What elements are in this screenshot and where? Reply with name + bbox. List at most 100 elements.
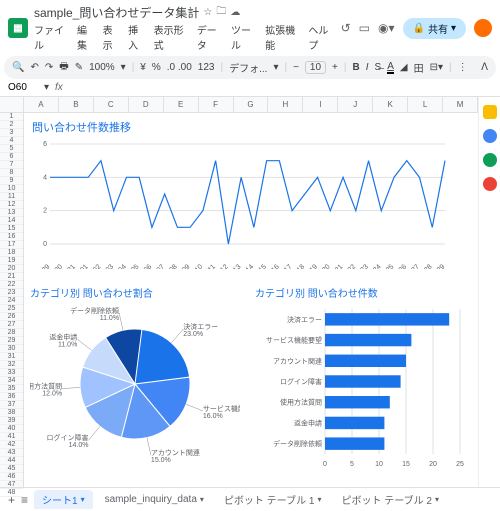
comments-icon[interactable]: ▭	[359, 21, 370, 35]
italic-btn[interactable]: I	[366, 62, 369, 73]
col-header[interactable]: E	[164, 97, 199, 112]
numfmt-btn[interactable]: 123	[198, 62, 215, 73]
col-header[interactable]: K	[373, 97, 408, 112]
fontsize-plus[interactable]: +	[332, 62, 338, 73]
row-header[interactable]: 18	[0, 249, 23, 257]
menu-表示形式[interactable]: 表示形式	[154, 22, 189, 52]
row-header[interactable]: 12	[0, 201, 23, 209]
bold-btn[interactable]: B	[353, 62, 360, 73]
menu-挿入[interactable]: 挿入	[128, 22, 146, 52]
row-header[interactable]: 14	[0, 217, 23, 225]
row-header[interactable]: 35	[0, 385, 23, 393]
row-header[interactable]: 47	[0, 481, 23, 489]
row-header[interactable]: 21	[0, 273, 23, 281]
row-header[interactable]: 15	[0, 225, 23, 233]
col-header[interactable]: F	[199, 97, 234, 112]
history-icon[interactable]: ↺	[341, 21, 351, 35]
line-chart[interactable]: 02462024/10/292024/10/302024/10/312024/1…	[30, 139, 472, 279]
row-header[interactable]: 46	[0, 473, 23, 481]
row-header[interactable]: 22	[0, 281, 23, 289]
share-button[interactable]: 🔒 共有 ▾	[403, 18, 466, 39]
row-header[interactable]: 2	[0, 121, 23, 129]
col-header[interactable]: A	[24, 97, 59, 112]
redo-icon[interactable]: ↷	[45, 62, 53, 73]
col-header[interactable]: I	[303, 97, 338, 112]
percent-btn[interactable]: %	[152, 62, 161, 73]
decimals-btn[interactable]: .0 .00	[167, 62, 192, 73]
row-header[interactable]: 13	[0, 209, 23, 217]
col-header[interactable]: C	[94, 97, 129, 112]
row-header[interactable]: 38	[0, 409, 23, 417]
row-header[interactable]: 42	[0, 441, 23, 449]
sheet-tab[interactable]: sample_inquiry_data ▾	[97, 490, 212, 509]
font-select[interactable]: デフォ...	[229, 60, 267, 75]
row-header[interactable]: 39	[0, 417, 23, 425]
row-header[interactable]: 45	[0, 465, 23, 473]
avatar[interactable]	[474, 19, 492, 37]
menu-編集[interactable]: 編集	[77, 22, 95, 52]
row-header[interactable]: 34	[0, 377, 23, 385]
row-header[interactable]: 25	[0, 305, 23, 313]
more-icon[interactable]: ⋮	[458, 62, 468, 73]
star-icon[interactable]: ☆	[203, 7, 212, 18]
menu-ツール[interactable]: ツール	[231, 22, 257, 52]
search-icon[interactable]: 🔍	[12, 62, 24, 73]
menu-表示[interactable]: 表示	[103, 22, 121, 52]
row-header[interactable]: 3	[0, 129, 23, 137]
row-header[interactable]: 19	[0, 257, 23, 265]
col-header[interactable]: J	[338, 97, 373, 112]
menu-拡張機能[interactable]: 拡張機能	[265, 22, 300, 52]
row-header[interactable]: 4	[0, 137, 23, 145]
row-header[interactable]: 9	[0, 177, 23, 185]
folder-icon[interactable]: 🗀	[216, 4, 226, 21]
row-header[interactable]: 20	[0, 265, 23, 273]
row-header[interactable]: 26	[0, 313, 23, 321]
col-header[interactable]: B	[59, 97, 94, 112]
row-header[interactable]: 16	[0, 233, 23, 241]
row-header[interactable]: 41	[0, 433, 23, 441]
fontsize[interactable]: 10	[305, 61, 326, 74]
side-keep-icon[interactable]	[483, 129, 497, 143]
bar-chart[interactable]: 0510152025決済エラーサービス機能要望アカウント関連ログイン障害使用方法…	[255, 304, 465, 469]
currency-btn[interactable]: ¥	[140, 62, 146, 73]
fontsize-minus[interactable]: −	[293, 62, 299, 73]
paint-icon[interactable]: ✎	[75, 62, 83, 73]
borders-btn[interactable]: 田	[414, 60, 424, 75]
sheet-tab[interactable]: ピボット テーブル 2 ▾	[333, 490, 447, 509]
row-header[interactable]: 29	[0, 337, 23, 345]
fillcolor-btn[interactable]: ◢	[400, 62, 408, 73]
row-header[interactable]: 23	[0, 289, 23, 297]
row-header[interactable]: 40	[0, 425, 23, 433]
row-header[interactable]: 7	[0, 161, 23, 169]
name-box[interactable]	[8, 82, 38, 93]
row-header[interactable]: 36	[0, 393, 23, 401]
collapse-icon[interactable]: ᐱ	[481, 62, 488, 73]
row-header[interactable]: 1	[0, 113, 23, 121]
col-header[interactable]: G	[234, 97, 269, 112]
merge-btn[interactable]: ⊟▾	[430, 62, 443, 73]
pie-chart[interactable]: 決済エラー23.0%サービス機能要望16.0%アカウント関連15.0%ログイン障…	[30, 304, 240, 469]
sheet-tab[interactable]: ピボット テーブル 1 ▾	[216, 490, 330, 509]
col-header[interactable]: D	[129, 97, 164, 112]
row-header[interactable]: 32	[0, 361, 23, 369]
row-header[interactable]: 31	[0, 353, 23, 361]
col-header[interactable]: L	[408, 97, 443, 112]
row-header[interactable]: 6	[0, 153, 23, 161]
menu-データ[interactable]: データ	[197, 22, 223, 52]
row-header[interactable]: 30	[0, 345, 23, 353]
col-header[interactable]: M	[443, 97, 478, 112]
textcolor-btn[interactable]: A	[387, 61, 394, 74]
row-header[interactable]: 8	[0, 169, 23, 177]
menu-ヘルプ[interactable]: ヘルプ	[308, 22, 334, 52]
row-header[interactable]: 17	[0, 241, 23, 249]
side-calendar-icon[interactable]	[483, 105, 497, 119]
sheet-tab[interactable]: シート1 ▾	[34, 490, 93, 509]
col-header[interactable]: H	[268, 97, 303, 112]
row-header[interactable]: 44	[0, 457, 23, 465]
row-header[interactable]: 43	[0, 449, 23, 457]
zoom-select[interactable]: 100%	[89, 62, 115, 73]
row-header[interactable]: 24	[0, 297, 23, 305]
row-header[interactable]: 37	[0, 401, 23, 409]
row-header[interactable]: 27	[0, 321, 23, 329]
undo-icon[interactable]: ↶	[30, 62, 38, 73]
